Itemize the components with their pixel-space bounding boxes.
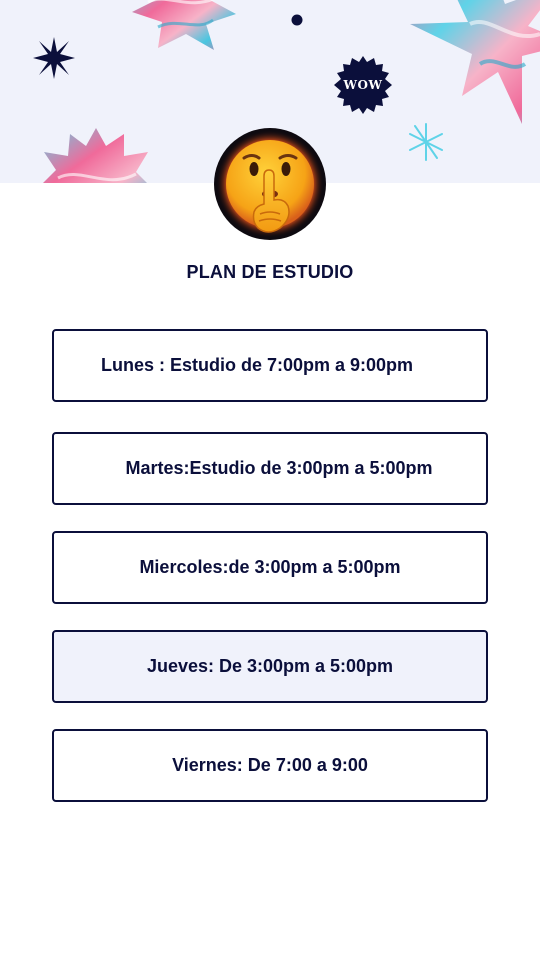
schedule-item-lunes[interactable]: Lunes : Estudio de 7:00pm a 9:00pm: [52, 329, 488, 402]
marbled-star-sticker: [43, 128, 148, 183]
schedule-item-jueves[interactable]: Jueves: De 3:00pm a 5:00pm: [52, 630, 488, 703]
schedule-item-miercoles[interactable]: Miercoles:de 3:00pm a 5:00pm: [52, 531, 488, 604]
wow-badge-text: WOW: [343, 78, 383, 92]
starburst-icon: [33, 37, 75, 79]
sparkle-icon: [409, 123, 443, 161]
marbled-star-sticker: [132, 0, 236, 50]
dot-icon: [291, 14, 303, 26]
page: WOW PLAN DE ESTUDIO Lunes: Estudio de 7…: [0, 0, 540, 960]
schedule-item-martes[interactable]: Martes:Estudio de 3:00pm a 5:00pm: [52, 432, 488, 505]
schedule-item-viernes[interactable]: Viernes: De 7:00 a 9:00: [52, 729, 488, 802]
avatar: [214, 128, 326, 240]
wow-badge: WOW: [334, 56, 392, 114]
shushing-face-icon: [216, 130, 324, 238]
marbled-star-sticker: [410, 0, 540, 124]
page-title: PLAN DE ESTUDIO: [186, 262, 354, 282]
